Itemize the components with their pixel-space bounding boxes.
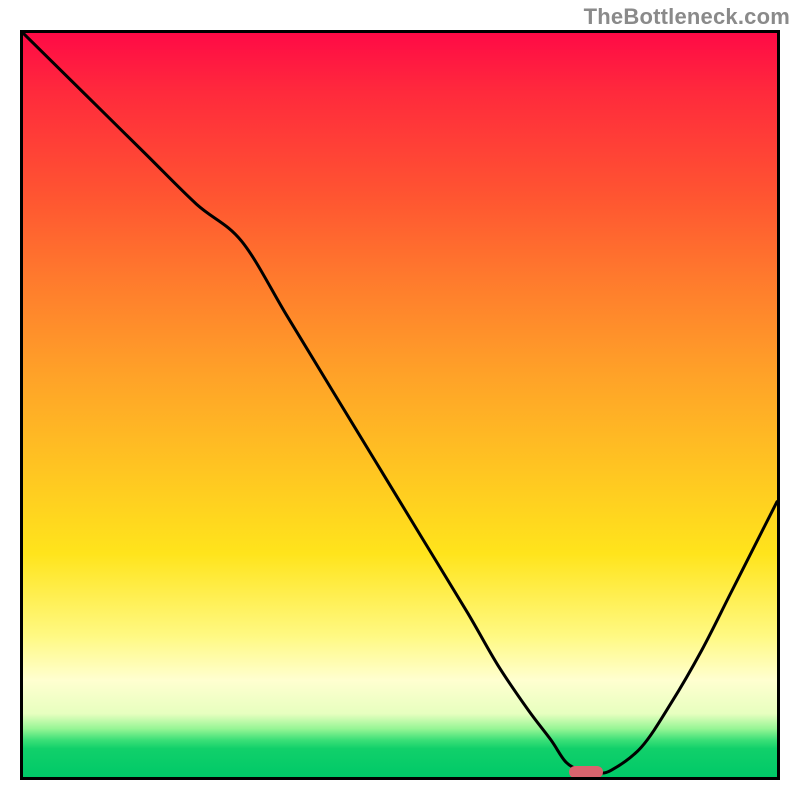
- bottleneck-curve: [23, 33, 777, 773]
- chart-area: [20, 30, 780, 780]
- chart-line-layer: [23, 33, 777, 777]
- watermark-text: TheBottleneck.com: [584, 4, 790, 30]
- optimum-marker: [569, 766, 603, 778]
